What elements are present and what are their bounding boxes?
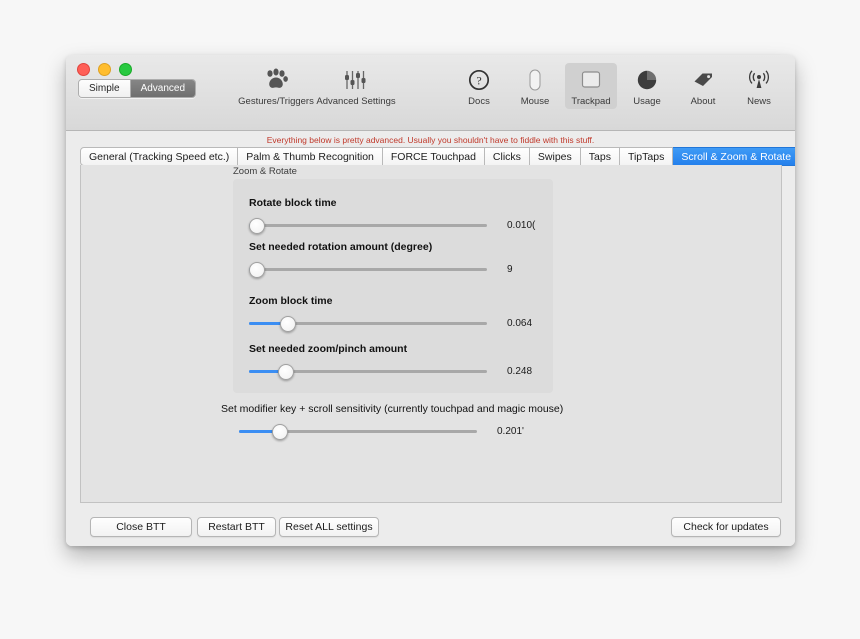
slider-thumb[interactable] — [249, 262, 266, 278]
rotation-amount-slider[interactable] — [249, 262, 487, 278]
close-window-button[interactable] — [77, 63, 90, 76]
btt-preferences-window: Simple Advanced Gestures/Triggers Advanc… — [66, 55, 795, 546]
tab-taps[interactable]: Taps — [580, 147, 620, 166]
reset-all-settings-button[interactable]: Reset ALL settings — [279, 517, 379, 537]
setting-label: Set needed rotation amount (degree) — [249, 241, 433, 253]
rotate-block-time-slider[interactable] — [249, 218, 487, 234]
close-btt-button[interactable]: Close BTT — [90, 517, 192, 537]
tab-force-touchpad[interactable]: FORCE Touchpad — [382, 147, 485, 166]
svg-text:?: ? — [476, 74, 481, 88]
mode-advanced-button[interactable]: Advanced — [130, 80, 196, 97]
toolbar-item-label: Mouse — [520, 96, 550, 107]
toolbar-item-label: About — [690, 96, 716, 107]
traffic-lights — [77, 63, 132, 76]
setting-label: Set needed zoom/pinch amount — [249, 343, 408, 355]
tab-palm-thumb-recognition[interactable]: Palm & Thumb Recognition — [238, 147, 383, 166]
toolbar-left-group: Gestures/Triggers Advanced Settings — [238, 63, 396, 109]
toolbar-item-label: Usage — [633, 96, 661, 107]
zoom-block-time-slider[interactable] — [249, 316, 487, 332]
tag-icon — [688, 66, 718, 94]
slider-thumb[interactable] — [280, 316, 297, 332]
slider-value: 0.064 — [507, 317, 533, 329]
tab-swipes[interactable]: Swipes — [529, 147, 581, 166]
toolbar-item-label: Advanced Settings — [316, 96, 396, 107]
window-toolbar: Simple Advanced Gestures/Triggers Advanc… — [66, 55, 795, 131]
slider-track — [249, 224, 487, 227]
toolbar-right-group: ? Docs Mouse Trackpad Usage About News — [453, 63, 785, 109]
settings-panel: Zoom & Rotate Rotate block time 0.010(S… — [80, 165, 782, 503]
slider-value: 0.201' — [497, 425, 524, 437]
slider-thumb[interactable] — [249, 218, 266, 234]
mode-segmented-control[interactable]: Simple Advanced — [78, 79, 197, 98]
setting-modifier-scroll-sensitivity: Set modifier key + scroll sensitivity (c… — [221, 403, 641, 440]
tab-clicks[interactable]: Clicks — [484, 147, 530, 166]
toolbar-item-news[interactable]: News — [733, 63, 785, 109]
slider-thumb[interactable] — [277, 364, 294, 380]
pie-chart-icon — [632, 66, 662, 94]
toolbar-item-label: Trackpad — [571, 96, 611, 107]
restart-btt-button[interactable]: Restart BTT — [197, 517, 276, 537]
zoom-window-button[interactable] — [119, 63, 132, 76]
setting-label: Set modifier key + scroll sensitivity (c… — [221, 403, 564, 415]
setting-label: Zoom block time — [249, 295, 333, 307]
toolbar-item-usage[interactable]: Usage — [621, 63, 673, 109]
toolbar-item-label: Docs — [468, 96, 490, 107]
slider-value: 0.248 — [507, 365, 533, 377]
question-circle-icon: ? — [464, 66, 494, 94]
tab-scroll-zoom-rotate[interactable]: Scroll & Zoom & Rotate — [673, 147, 795, 166]
slider-thumb[interactable] — [272, 424, 289, 440]
setting-rotation-amount: Set needed rotation amount (degree) 9 — [249, 241, 539, 278]
trackpad-icon — [576, 66, 606, 94]
slider-track — [249, 268, 487, 271]
toolbar-item-label: News — [747, 96, 771, 107]
toolbar-item-gestures-triggers[interactable]: Gestures/Triggers — [238, 63, 314, 109]
toolbar-item-docs[interactable]: ? Docs — [453, 63, 505, 109]
toolbar-item-trackpad[interactable]: Trackpad — [565, 63, 617, 109]
zoom-pinch-amount-slider[interactable] — [249, 364, 487, 380]
toolbar-item-advanced-settings[interactable]: Advanced Settings — [316, 63, 396, 109]
tab-general[interactable]: General (Tracking Speed etc.) — [80, 147, 239, 166]
modifier-scroll-sensitivity-slider[interactable] — [239, 424, 477, 440]
setting-rotate-block-time: Rotate block time 0.010( — [249, 197, 539, 234]
setting-zoom-pinch-amount: Set needed zoom/pinch amount 0.248 — [249, 343, 539, 380]
setting-zoom-block-time: Zoom block time 0.064 — [249, 295, 539, 332]
toolbar-item-label: Gestures/Triggers — [238, 96, 314, 107]
zoom-rotate-group: Rotate block time 0.010( Set needed rota… — [233, 179, 553, 393]
group-title-zoom-rotate: Zoom & Rotate — [233, 166, 297, 177]
advanced-warning-text: Everything below is pretty advanced. Usu… — [266, 135, 595, 145]
minimize-window-button[interactable] — [98, 63, 111, 76]
tab-tiptaps[interactable]: TipTaps — [619, 147, 674, 166]
toolbar-item-about[interactable]: About — [677, 63, 729, 109]
mouse-icon — [520, 66, 550, 94]
toolbar-item-mouse[interactable]: Mouse — [509, 63, 561, 109]
slider-value: 9 — [507, 263, 513, 275]
check-for-updates-button[interactable]: Check for updates — [671, 517, 781, 537]
settings-tab-bar: General (Tracking Speed etc.) Palm & Thu… — [80, 147, 795, 166]
mode-simple-button[interactable]: Simple — [79, 80, 131, 97]
broadcast-icon — [744, 66, 774, 94]
slider-value: 0.010( — [507, 219, 536, 231]
sliders-icon — [341, 66, 371, 94]
window-bottom-bar: Close BTT Restart BTT Reset ALL settings… — [66, 506, 795, 546]
paw-icon — [261, 66, 291, 94]
screen: Simple Advanced Gestures/Triggers Advanc… — [0, 0, 860, 639]
setting-label: Rotate block time — [249, 197, 337, 209]
window-body: Everything below is pretty advanced. Usu… — [66, 131, 795, 546]
